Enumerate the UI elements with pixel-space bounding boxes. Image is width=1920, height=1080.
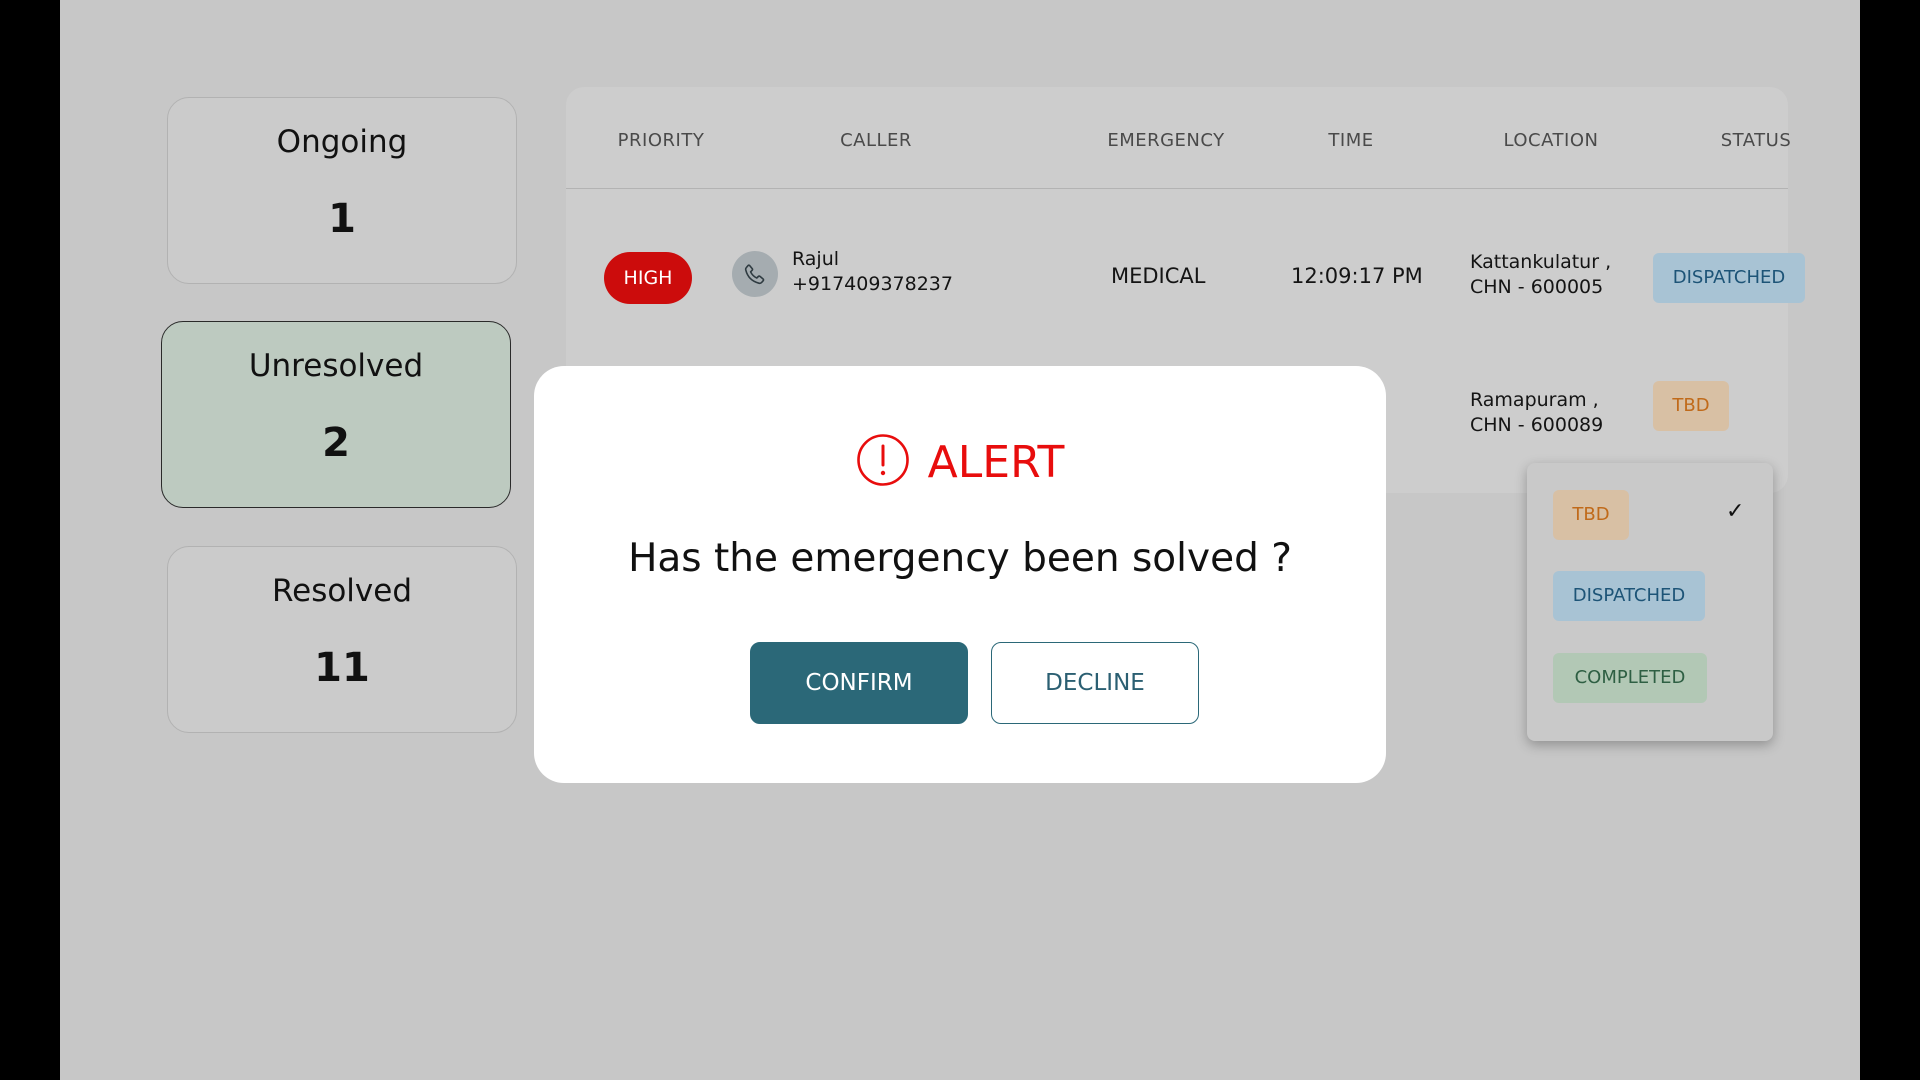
column-header-location: LOCATION	[1503, 130, 1599, 151]
stat-card-unresolved[interactable]: Unresolved 2	[161, 321, 511, 508]
stat-value: 1	[328, 196, 356, 242]
stat-card-resolved[interactable]: Resolved 11	[167, 546, 517, 733]
column-header-status: STATUS	[1720, 130, 1792, 151]
stat-value: 2	[322, 420, 350, 466]
caller-phone: +917409378237	[792, 273, 953, 295]
phone-icon[interactable]	[732, 251, 778, 297]
dropdown-option-tbd[interactable]: TBD	[1553, 490, 1629, 540]
stat-label: Ongoing	[276, 124, 408, 160]
alert-title: ALERT	[927, 436, 1065, 488]
column-header-emergency: EMERGENCY	[1107, 130, 1225, 151]
priority-badge: HIGH	[604, 252, 692, 304]
location-line1: Ramapuram ,	[1470, 389, 1599, 411]
status-badge[interactable]: DISPATCHED	[1653, 253, 1805, 303]
call-time: 12:09:17 PM	[1291, 264, 1423, 288]
location-line1: Kattankulatur ,	[1470, 251, 1612, 273]
alert-modal: ALERT Has the emergency been solved ? CO…	[534, 366, 1386, 783]
emergency-type: MEDICAL	[1111, 264, 1206, 288]
stat-card-ongoing[interactable]: Ongoing 1	[167, 97, 517, 284]
confirm-button[interactable]: CONFIRM	[750, 642, 968, 724]
column-header-priority: PRIORITY	[617, 130, 705, 151]
dashboard: Ongoing 1 Unresolved 2 Resolved 11 PRIOR…	[60, 0, 1860, 1080]
alert-icon	[856, 433, 910, 491]
stat-label: Resolved	[271, 573, 413, 609]
check-icon: ✓	[1726, 499, 1745, 524]
modal-question: Has the emergency been solved ?	[628, 536, 1292, 581]
status-dropdown: TBD ✓ DISPATCHED COMPLETED	[1527, 463, 1773, 741]
location-line2: CHN - 600005	[1470, 276, 1604, 298]
alert-header: ALERT	[534, 434, 1386, 490]
dropdown-option-dispatched[interactable]: DISPATCHED	[1553, 571, 1705, 621]
decline-button[interactable]: DECLINE	[991, 642, 1199, 724]
header-divider	[566, 188, 1788, 189]
stat-value: 11	[314, 645, 370, 691]
location-line2: CHN - 600089	[1470, 414, 1604, 436]
stat-label: Unresolved	[248, 348, 424, 384]
dropdown-option-completed[interactable]: COMPLETED	[1553, 653, 1707, 703]
column-header-caller: CALLER	[840, 130, 912, 151]
caller-name: Rajul	[792, 248, 840, 270]
column-header-time: TIME	[1328, 130, 1374, 151]
status-badge[interactable]: TBD	[1653, 381, 1729, 431]
